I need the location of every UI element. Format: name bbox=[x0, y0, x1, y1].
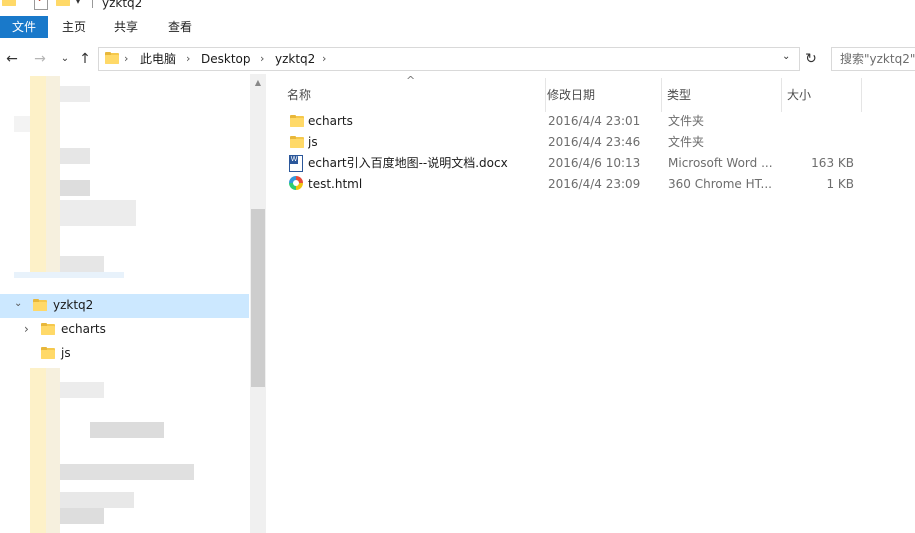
forward-button[interactable]: → bbox=[31, 50, 49, 68]
address-dropdown-icon[interactable]: ⌄ bbox=[782, 51, 790, 62]
collapse-icon[interactable]: ⌄ bbox=[14, 298, 22, 309]
window-title: yzktq2 bbox=[102, 0, 143, 10]
file-type: 360 Chrome HT... bbox=[668, 177, 772, 191]
table-row[interactable]: W echart引入百度地图--说明文档.docx 2016/4/6 10:13… bbox=[284, 153, 884, 174]
column-header-name[interactable]: 名称 bbox=[282, 78, 546, 112]
up-button[interactable]: ↑ bbox=[76, 50, 94, 68]
file-name: echart引入百度地图--说明文档.docx bbox=[308, 156, 508, 170]
navigation-pane[interactable]: ⌄ yzktq2 › echarts js bbox=[0, 74, 250, 533]
column-header-size[interactable]: 大小 bbox=[782, 78, 862, 112]
new-folder-icon[interactable] bbox=[56, 0, 70, 9]
breadcrumb-desktop[interactable]: Desktop bbox=[201, 50, 251, 68]
breadcrumb-separator[interactable]: › bbox=[260, 50, 264, 68]
tab-view[interactable]: 查看 bbox=[152, 16, 208, 38]
folder-icon bbox=[41, 347, 55, 362]
table-row[interactable]: test.html 2016/4/4 23:09 360 Chrome HT..… bbox=[284, 174, 884, 195]
address-row: ← → ⌄ ↑ › 此电脑 › Desktop › yzktq2 › ⌄ ↻ 搜… bbox=[0, 44, 915, 74]
file-size bbox=[784, 134, 854, 151]
breadcrumb-separator[interactable]: › bbox=[322, 50, 326, 68]
file-size: 1 KB bbox=[826, 177, 854, 191]
column-header-type[interactable]: 类型 bbox=[662, 78, 782, 112]
tab-share[interactable]: 共享 bbox=[100, 16, 152, 38]
search-input[interactable]: 搜索"yzktq2" bbox=[831, 47, 915, 71]
back-button[interactable]: ← bbox=[3, 50, 21, 68]
word-doc-icon: W bbox=[289, 155, 303, 172]
recent-locations-button[interactable]: ⌄ bbox=[56, 50, 74, 68]
folder-icon bbox=[2, 0, 16, 9]
folder-icon bbox=[41, 323, 55, 338]
file-name: echarts bbox=[308, 114, 353, 128]
file-date: 2016/4/6 10:13 bbox=[548, 156, 641, 170]
chrome-html-icon bbox=[289, 176, 303, 190]
tab-file[interactable]: 文件 bbox=[0, 16, 48, 38]
file-size bbox=[784, 113, 854, 130]
title-separator bbox=[92, 0, 93, 8]
file-date: 2016/4/4 23:09 bbox=[548, 177, 641, 191]
file-type: 文件夹 bbox=[668, 114, 705, 128]
scroll-up-icon[interactable]: ▲ bbox=[250, 78, 266, 87]
nav-item-label: yzktq2 bbox=[53, 298, 94, 312]
file-type: 文件夹 bbox=[668, 135, 705, 149]
search-placeholder: 搜索"yzktq2" bbox=[840, 52, 915, 66]
breadcrumb-separator[interactable]: › bbox=[186, 50, 190, 68]
breadcrumb-separator[interactable]: › bbox=[124, 50, 128, 68]
tab-home[interactable]: 主页 bbox=[48, 16, 100, 38]
file-name: test.html bbox=[308, 177, 363, 191]
breadcrumb-yzktq2[interactable]: yzktq2 bbox=[275, 50, 315, 68]
nav-scrollbar-thumb[interactable] bbox=[251, 209, 265, 387]
redacted-nav-items bbox=[14, 76, 136, 278]
quick-access-dropdown-icon[interactable]: ▾ bbox=[76, 0, 80, 6]
file-size: 163 KB bbox=[811, 156, 854, 170]
folder-icon bbox=[290, 115, 304, 130]
properties-checkbox-icon[interactable]: ✓ bbox=[34, 0, 48, 10]
file-type: Microsoft Word ... bbox=[668, 156, 773, 170]
nav-item-label: js bbox=[61, 346, 71, 360]
file-date: 2016/4/4 23:01 bbox=[548, 114, 641, 128]
nav-item-js[interactable]: js bbox=[0, 342, 249, 366]
folder-icon bbox=[290, 136, 304, 151]
table-row[interactable]: js 2016/4/4 23:46 文件夹 bbox=[284, 132, 884, 153]
column-header-date[interactable]: 修改日期 bbox=[542, 78, 662, 112]
table-row[interactable]: echarts 2016/4/4 23:01 文件夹 bbox=[284, 111, 884, 132]
redacted-nav-items bbox=[14, 368, 204, 533]
folder-icon bbox=[105, 52, 119, 67]
address-bar[interactable]: › 此电脑 › Desktop › yzktq2 › ⌄ bbox=[98, 47, 800, 71]
file-list[interactable]: ^ 名称 修改日期 类型 大小 echarts 2016/4/4 23:01 文… bbox=[268, 74, 915, 533]
expand-icon[interactable]: › bbox=[24, 322, 29, 336]
folder-icon bbox=[33, 299, 47, 314]
nav-scrollbar[interactable]: ▲ bbox=[250, 74, 266, 533]
nav-item-label: echarts bbox=[61, 322, 106, 336]
refresh-button[interactable]: ↻ bbox=[800, 47, 822, 71]
breadcrumb-this-pc[interactable]: 此电脑 bbox=[140, 50, 176, 68]
file-name: js bbox=[308, 135, 318, 149]
title-bar: ✓ ▾ yzktq2 bbox=[0, 0, 915, 10]
nav-item-yzktq2[interactable]: ⌄ yzktq2 bbox=[0, 294, 249, 318]
ribbon-tabs: 文件 主页 共享 查看 bbox=[0, 16, 915, 40]
nav-item-echarts[interactable]: › echarts bbox=[0, 318, 249, 342]
file-date: 2016/4/4 23:46 bbox=[548, 135, 641, 149]
